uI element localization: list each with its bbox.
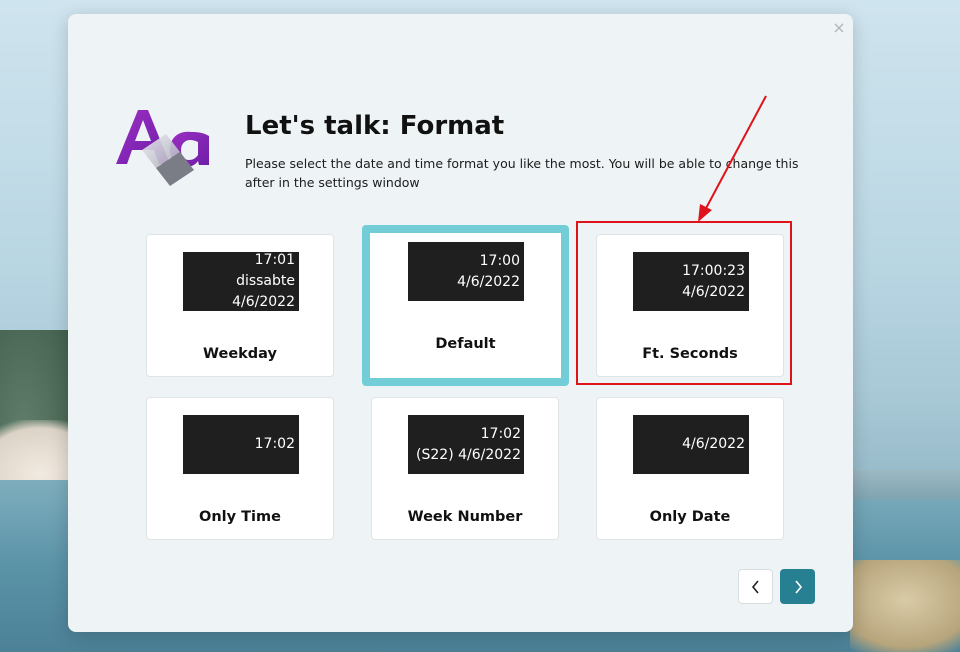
format-card-label: Weekday xyxy=(203,346,277,362)
format-card-default[interactable]: 17:00 4/6/2022 Default xyxy=(362,225,569,386)
format-card-label: Only Time xyxy=(199,509,281,525)
format-preview: 17:02 xyxy=(183,415,299,474)
format-preview: 17:01 dissabte 4/6/2022 xyxy=(183,252,299,311)
format-preview: 17:02 (S22) 4/6/2022 xyxy=(408,415,524,474)
preview-line: 4/6/2022 xyxy=(682,283,745,300)
preview-line: (S22) 4/6/2022 xyxy=(416,446,521,463)
format-card-week-number[interactable]: 17:02 (S22) 4/6/2022 Week Number xyxy=(371,397,559,540)
preview-line: 17:00:23 xyxy=(682,262,745,279)
page-title: Let's talk: Format xyxy=(245,111,505,141)
desktop-shore xyxy=(850,470,960,500)
format-card-label: Only Date xyxy=(649,509,731,525)
previous-button[interactable] xyxy=(738,569,773,604)
next-button[interactable] xyxy=(780,569,815,604)
font-style-icon xyxy=(116,110,209,186)
format-card-label: Week Number xyxy=(407,509,523,525)
format-preview: 17:00 4/6/2022 xyxy=(408,242,524,301)
chevron-right-icon xyxy=(794,579,802,594)
format-preview: 4/6/2022 xyxy=(633,415,749,474)
chevron-left-icon xyxy=(751,579,759,594)
format-card-only-time[interactable]: 17:02 Only Time xyxy=(146,397,334,540)
preview-line: 17:02 xyxy=(254,436,295,452)
preview-line: 4/6/2022 xyxy=(457,273,520,290)
format-card-label: Default xyxy=(435,336,496,352)
preview-line: dissabte xyxy=(236,273,295,289)
format-card-weekday[interactable]: 17:01 dissabte 4/6/2022 Weekday xyxy=(146,234,334,377)
preview-line: 17:02 xyxy=(480,425,521,442)
format-card-only-date[interactable]: 4/6/2022 Only Date xyxy=(596,397,784,540)
preview-line: 4/6/2022 xyxy=(682,436,745,452)
preview-line: 17:01 xyxy=(254,252,295,268)
format-card-ft-seconds[interactable]: 17:00:23 4/6/2022 Ft. Seconds xyxy=(596,234,784,377)
format-card-label: Ft. Seconds xyxy=(642,346,738,362)
page-description: Please select the date and time format y… xyxy=(245,156,799,190)
desktop-grass xyxy=(850,560,960,652)
close-icon[interactable]: × xyxy=(831,20,847,36)
preview-line: 4/6/2022 xyxy=(232,294,295,310)
format-dialog: × Let's talk: Format Please select the d… xyxy=(68,14,853,632)
format-preview: 17:00:23 4/6/2022 xyxy=(633,252,749,311)
preview-line: 17:00 xyxy=(479,252,520,269)
